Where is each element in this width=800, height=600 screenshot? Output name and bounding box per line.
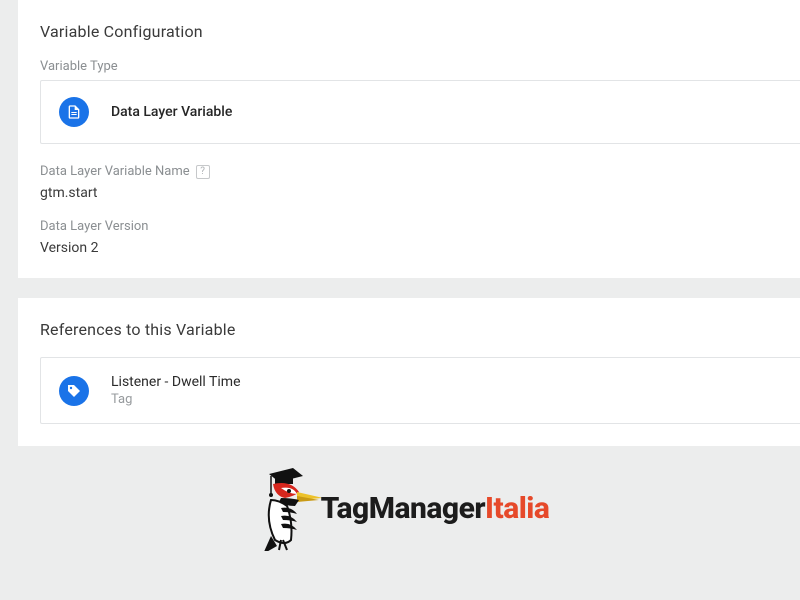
page-icon (59, 97, 89, 127)
panel-title-refs: References to this Variable (40, 320, 800, 339)
reference-item[interactable]: Listener - Dwell Time Tag (40, 357, 800, 424)
references-panel: References to this Variable Listener - D… (18, 298, 800, 446)
data-layer-version-value: Version 2 (40, 240, 800, 256)
logo-part1: TagManager (321, 491, 485, 526)
reference-kind: Tag (111, 392, 241, 407)
variable-type-card[interactable]: Data Layer Variable (40, 80, 800, 144)
variable-configuration-panel: Variable Configuration Variable Type Dat… (18, 0, 800, 278)
logo-part2: Italia (485, 491, 549, 526)
logo-text: TagManagerItalia (321, 491, 550, 526)
data-layer-name-label-text: Data Layer Variable Name (40, 164, 190, 179)
panel-title-config: Variable Configuration (40, 22, 800, 41)
variable-type-label: Variable Type (40, 59, 800, 74)
brand-logo: TagManagerItalia (0, 466, 800, 551)
woodpecker-icon (251, 466, 321, 551)
data-layer-version-label: Data Layer Version (40, 219, 800, 234)
reference-name: Listener - Dwell Time (111, 374, 241, 390)
help-icon[interactable]: ? (196, 165, 210, 179)
variable-type-name: Data Layer Variable (111, 104, 232, 120)
data-layer-name-label: Data Layer Variable Name ? (40, 164, 800, 179)
data-layer-name-value: gtm.start (40, 185, 800, 201)
tag-icon (59, 376, 89, 406)
